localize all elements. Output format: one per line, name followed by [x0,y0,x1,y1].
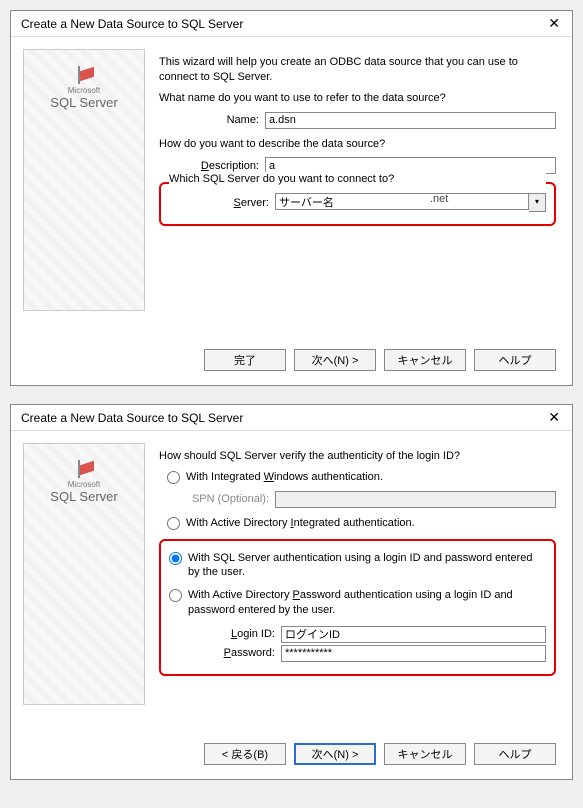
cancel-button[interactable]: キャンセル [384,349,466,371]
label-login: Login ID: [197,628,275,640]
sqlserver-flag-icon [74,462,94,476]
titlebar: Create a New Data Source to SQL Server ✕ [11,405,572,431]
radio-sql-auth-input[interactable] [169,552,182,565]
help-button[interactable]: ヘルプ [474,743,556,765]
label-description: Description: [189,160,259,172]
question-description: How do you want to describe the data sou… [159,137,556,152]
radio-ad-password-label: With Active Directory Password authentic… [188,588,546,618]
brand-sqlserver: SQL Server [24,95,144,110]
next-button[interactable]: 次へ(N) > [294,349,376,371]
sqlserver-flag-icon [74,68,94,82]
input-password[interactable] [281,645,546,662]
radio-ad-integrated[interactable]: With Active Directory Integrated authent… [167,516,556,531]
radio-ad-integrated-label: With Active Directory Integrated authent… [186,516,556,531]
wizard-step-1: Create a New Data Source to SQL Server ✕… [10,10,573,386]
intro-text: This wizard will help you create an ODBC… [159,55,556,85]
dialog-title: Create a New Data Source to SQL Server [21,411,243,425]
server-highlight-box: Which SQL Server do you want to connect … [159,182,556,226]
label-spn: SPN (Optional): [187,493,269,505]
login-highlight-box: With SQL Server authentication using a l… [159,539,556,676]
dialog-title: Create a New Data Source to SQL Server [21,17,243,31]
label-password: Password: [197,647,275,659]
brand-microsoft: Microsoft [24,480,144,489]
input-server[interactable] [275,193,529,210]
help-button[interactable]: ヘルプ [474,349,556,371]
radio-ad-integrated-input[interactable] [167,517,180,530]
question-server: Which SQL Server do you want to connect … [169,172,546,187]
radio-windows-auth[interactable]: With Integrated Windows authentication. [167,470,556,485]
brand-microsoft: Microsoft [24,86,144,95]
radio-windows-auth-label: With Integrated Windows authentication. [186,470,556,485]
radio-sql-auth[interactable]: With SQL Server authentication using a l… [169,551,546,581]
wizard-sidebar-image: Microsoft SQL Server [23,443,145,705]
next-button[interactable]: 次へ(N) > [294,743,376,765]
radio-windows-auth-input[interactable] [167,471,180,484]
label-server: Server: [199,197,269,209]
radio-sql-auth-label: With SQL Server authentication using a l… [188,551,546,581]
question-auth: How should SQL Server verify the authent… [159,449,556,464]
server-combo[interactable]: .net ▾ [275,193,546,212]
radio-ad-password-input[interactable] [169,589,182,602]
titlebar: Create a New Data Source to SQL Server ✕ [11,11,572,37]
chevron-down-icon[interactable]: ▾ [529,193,546,212]
close-icon[interactable]: ✕ [544,15,564,32]
input-name[interactable] [265,112,556,129]
back-button[interactable]: < 戻る(B) [204,743,286,765]
label-name: Name: [189,114,259,126]
radio-ad-password[interactable]: With Active Directory Password authentic… [169,588,546,618]
close-icon[interactable]: ✕ [544,409,564,426]
input-login[interactable] [281,626,546,643]
question-name: What name do you want to use to refer to… [159,91,556,106]
wizard-sidebar-image: Microsoft SQL Server [23,49,145,311]
server-suffix: .net [430,193,448,205]
brand-sqlserver: SQL Server [24,489,144,504]
input-spn [275,491,556,508]
wizard-step-2: Create a New Data Source to SQL Server ✕… [10,404,573,780]
cancel-button[interactable]: キャンセル [384,743,466,765]
finish-button[interactable]: 完了 [204,349,286,371]
